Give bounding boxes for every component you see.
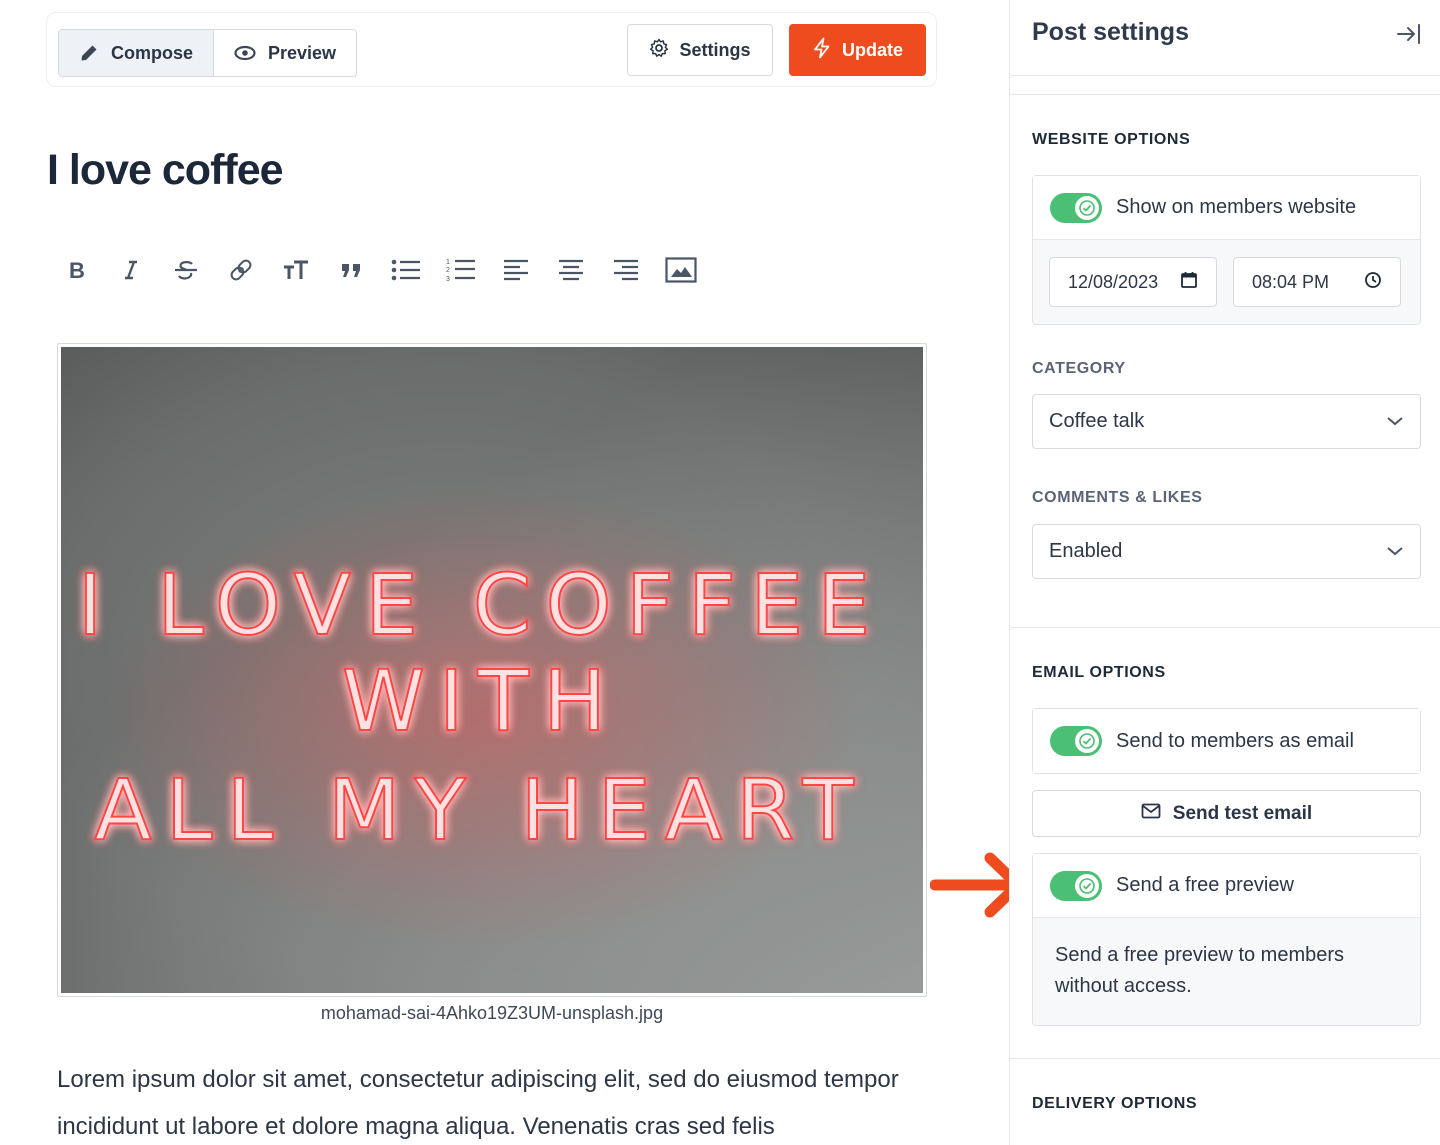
bold-icon[interactable]: B	[48, 250, 103, 290]
post-title[interactable]: I love coffee	[47, 146, 284, 195]
publish-date-field[interactable]: 12/08/2023	[1049, 257, 1217, 307]
annotation-arrow	[930, 852, 1009, 918]
divider	[1010, 1058, 1440, 1059]
heading-icon[interactable]	[268, 250, 323, 290]
category-value: Coffee talk	[1049, 410, 1145, 432]
show-on-website-label: Show on members website	[1116, 196, 1357, 218]
tab-compose-label: Compose	[111, 42, 194, 63]
check-icon	[1075, 873, 1099, 898]
tab-compose[interactable]: Compose	[59, 30, 214, 76]
italic-icon[interactable]	[103, 250, 158, 290]
align-right-icon[interactable]	[598, 250, 653, 290]
check-icon	[1075, 729, 1099, 753]
send-as-email-toggle[interactable]	[1050, 726, 1102, 756]
tab-preview-label: Preview	[268, 42, 337, 63]
svg-text:1: 1	[446, 259, 450, 266]
clock-icon[interactable]	[1364, 271, 1382, 294]
free-preview-toggle[interactable]	[1050, 870, 1102, 901]
formatting-toolbar: B 12 3	[48, 250, 708, 290]
link-icon[interactable]	[213, 250, 268, 290]
gear-icon	[649, 38, 669, 63]
image-caption[interactable]: mohamad-sai-4Ahko19Z3UM-unsplash.jpg	[57, 1003, 927, 1024]
sidebar-header: Post settings	[1010, 0, 1440, 76]
chevron-down-icon	[1386, 410, 1404, 433]
mail-icon	[1141, 803, 1161, 825]
quote-icon[interactable]	[323, 250, 378, 290]
website-options-card: Show on members website 12/08/2023 08:04…	[1032, 175, 1421, 325]
show-on-website-toggle-row[interactable]: Show on members website	[1033, 176, 1420, 240]
svg-text:2: 2	[446, 267, 450, 274]
free-preview-card: Send a free preview Send a free preview …	[1032, 853, 1421, 1026]
divider	[1010, 627, 1440, 628]
svg-text:B: B	[69, 259, 85, 281]
neon-photo: I LOVE COFFEE WITH ALL MY HEART	[61, 347, 923, 993]
eye-icon	[234, 42, 256, 64]
comments-value: Enabled	[1049, 540, 1123, 562]
bullet-list-icon[interactable]	[378, 250, 433, 290]
send-as-email-toggle-row[interactable]: Send to members as email	[1033, 709, 1420, 773]
editor-pane: Compose Preview Settings Update I love c…	[0, 0, 1009, 1145]
free-preview-description: Send a free preview to members without a…	[1055, 944, 1345, 997]
neon-line-1: I LOVE COFFEE	[78, 556, 885, 654]
send-test-email-label: Send test email	[1172, 802, 1313, 824]
publish-time-value: 08:04 PM	[1252, 271, 1330, 292]
svg-text:3: 3	[446, 276, 450, 283]
lightning-icon	[812, 37, 832, 64]
tab-preview[interactable]: Preview	[214, 30, 356, 76]
calendar-icon[interactable]	[1180, 271, 1198, 294]
email-options-heading: EMAIL OPTIONS	[1032, 664, 1166, 681]
strikethrough-icon[interactable]	[158, 250, 213, 290]
publish-date-value: 12/08/2023	[1068, 271, 1159, 292]
send-as-email-label: Send to members as email	[1116, 729, 1354, 752]
update-label: Update	[841, 39, 903, 60]
align-left-icon[interactable]	[488, 250, 543, 290]
check-icon	[1075, 195, 1099, 220]
neon-sign-image[interactable]: I LOVE COFFEE WITH ALL MY HEART	[57, 343, 927, 997]
pencil-icon	[79, 42, 99, 64]
comments-heading: COMMENTS & LIKES	[1032, 489, 1203, 506]
show-on-website-toggle[interactable]	[1050, 192, 1102, 223]
collapse-sidebar-icon[interactable]	[1394, 20, 1424, 48]
delivery-options-heading: DELIVERY OPTIONS	[1032, 1095, 1198, 1112]
publish-time-field[interactable]: 08:04 PM	[1233, 257, 1401, 307]
editor-topbar: Compose Preview Settings Update	[46, 12, 937, 87]
comments-select[interactable]: Enabled	[1032, 524, 1421, 579]
send-as-email-card: Send to members as email	[1032, 708, 1421, 774]
category-select[interactable]: Coffee talk	[1032, 394, 1421, 449]
divider	[1010, 94, 1440, 95]
website-options-heading: WEBSITE OPTIONS	[1032, 131, 1191, 148]
sidebar-title: Post settings	[1032, 18, 1189, 46]
free-preview-label: Send a free preview	[1116, 874, 1294, 896]
image-icon[interactable]	[653, 250, 708, 290]
align-center-icon[interactable]	[543, 250, 598, 290]
publish-datetime: 12/08/2023 08:04 PM	[1049, 257, 1401, 307]
settings-button[interactable]: Settings	[627, 24, 773, 76]
chevron-down-icon	[1386, 540, 1404, 563]
free-preview-toggle-row[interactable]: Send a free preview	[1033, 854, 1420, 918]
neon-line-3: ALL MY HEART	[94, 761, 868, 859]
settings-label: Settings	[679, 39, 751, 60]
post-body[interactable]: Lorem ipsum dolor sit amet, consectetur …	[57, 1056, 937, 1145]
neon-line-2: WITH	[342, 652, 620, 750]
send-test-email-button[interactable]: Send test email	[1032, 790, 1421, 837]
post-settings-sidebar: Post settings WEBSITE OPTIONS Show on me…	[1009, 0, 1440, 1145]
category-heading: CATEGORY	[1032, 360, 1126, 377]
update-button[interactable]: Update	[789, 24, 926, 76]
mode-switch: Compose Preview	[58, 29, 357, 77]
numbered-list-icon[interactable]: 12 3	[433, 250, 488, 290]
